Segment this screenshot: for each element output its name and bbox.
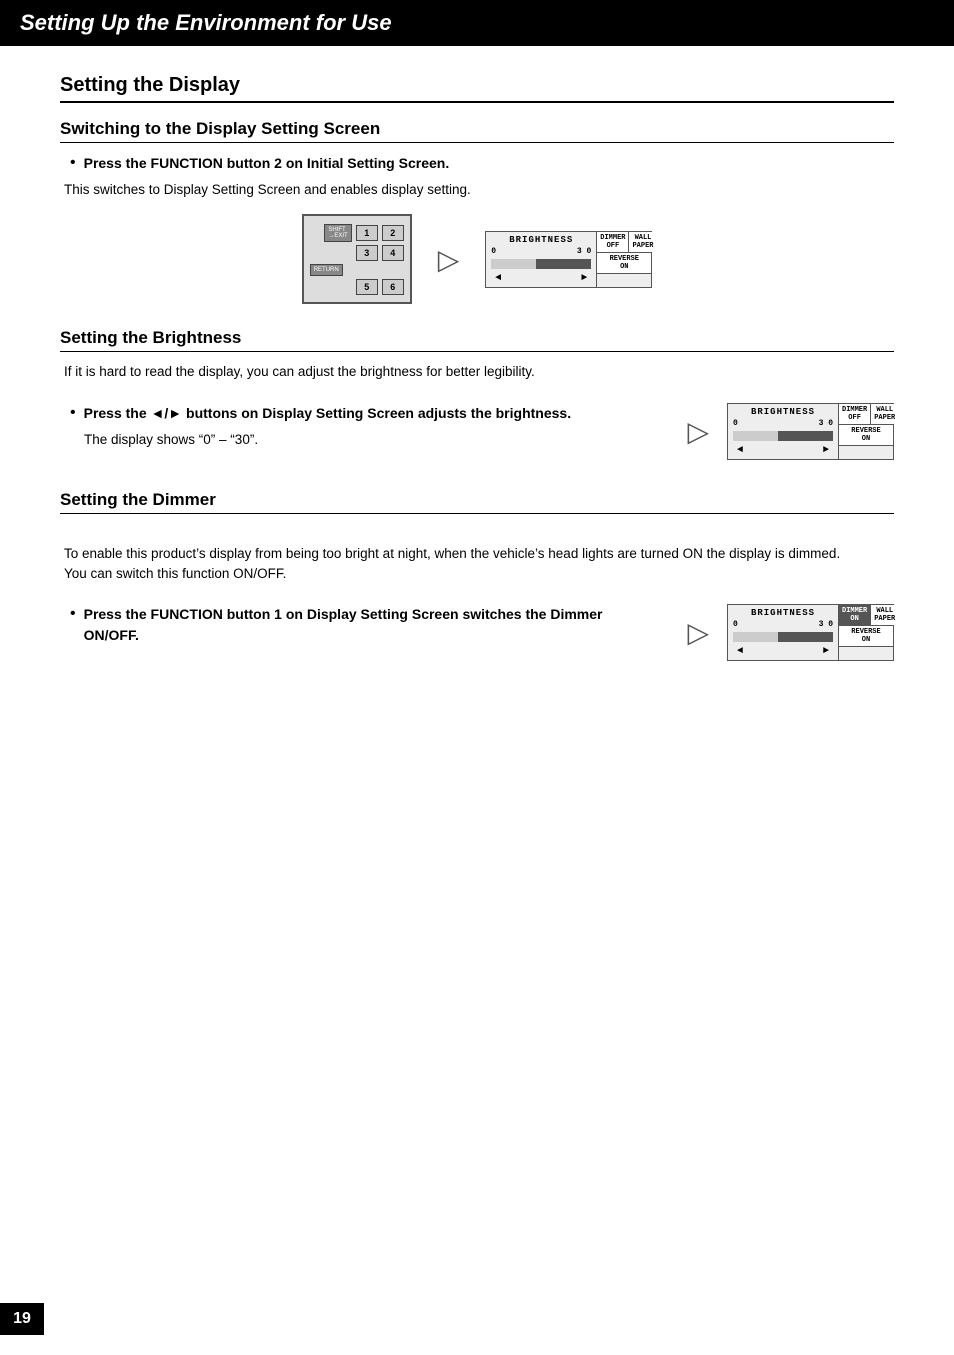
keypad-diagram: SHIFT→EXIT 1 2 3 4 RETURN 5 6 xyxy=(302,214,412,304)
display-side-dimmer: DIMMERON WALLPAPER REVERSEON xyxy=(839,605,893,660)
bullet-icon-2: • xyxy=(70,404,76,422)
dimmer-off-box-2: DIMMEROFF xyxy=(839,404,871,424)
brightness-text-col: • Press the ◄/► buttons on Display Setti… xyxy=(60,393,659,456)
page-title: Setting Up the Environment for Use xyxy=(20,10,934,36)
brightness-diagram-row: ▷ BRIGHTNESS 0 3 0 ◄ ► xyxy=(679,403,894,460)
display-side-switching: DIMMEROFF WALLPAPER REVERSEON xyxy=(597,232,651,287)
wallpaper-box-3: WALLPAPER xyxy=(871,605,898,625)
brightness-intro: If it is hard to read the display, you c… xyxy=(64,362,894,382)
dimmer-on-box: DIMMERON xyxy=(839,605,871,625)
display-side-brightness: DIMMEROFF WALLPAPER REVERSEON xyxy=(839,404,893,459)
display-screen-dimmer: BRIGHTNESS 0 3 0 ◄ ► DIMMERON xyxy=(727,604,894,661)
brightness-bar-3 xyxy=(733,632,833,642)
arrow-icon-2: ▷ xyxy=(687,415,709,448)
bullet-brightness: • Press the ◄/► buttons on Display Setti… xyxy=(70,403,659,424)
nav-row-3: ◄ ► xyxy=(733,646,833,657)
btn-6: 6 xyxy=(382,279,404,295)
brightness-row-2: 0 3 0 xyxy=(733,419,833,428)
subsection-title-dimmer: Setting the Dimmer xyxy=(60,490,894,514)
btn-3: 3 xyxy=(356,245,378,261)
side-empty xyxy=(597,274,651,287)
page-number: 19 xyxy=(0,1303,44,1335)
bar-fill-3 xyxy=(778,632,833,642)
switching-diagram-row: SHIFT→EXIT 1 2 3 4 RETURN 5 6 ▷ BRIGHTNE… xyxy=(60,214,894,304)
reverse-on-box-3: REVERSEON xyxy=(839,626,893,647)
dimmer-intro: To enable this product’s display from be… xyxy=(64,524,894,585)
page-content: Setting the Display Switching to the Dis… xyxy=(0,46,954,701)
reverse-on-box: REVERSEON xyxy=(597,253,651,274)
reverse-on-box-2: REVERSEON xyxy=(839,425,893,446)
brightness-bar-2 xyxy=(733,431,833,441)
dimmer-diagram-row: ▷ BRIGHTNESS 0 3 0 ◄ ► xyxy=(679,604,894,661)
side-empty-2 xyxy=(839,446,893,459)
bullet-dimmer: • Press the FUNCTION button 1 on Display… xyxy=(70,604,659,646)
btn-1: 1 xyxy=(356,225,378,241)
page-header: Setting Up the Environment for Use xyxy=(0,0,954,46)
dimmer-text-col: • Press the FUNCTION button 1 on Display… xyxy=(60,594,659,652)
brightness-row-3: 0 3 0 xyxy=(733,620,833,629)
wallpaper-box: WALLPAPER xyxy=(629,232,656,252)
display-screen-switching: BRIGHTNESS 0 3 0 ◄ ► DIMMEROFF WALLPAPER xyxy=(485,231,652,288)
bar-fill-2 xyxy=(778,431,833,441)
bullet-switching: • Press the FUNCTION button 2 on Initial… xyxy=(70,153,894,174)
display-main-switching: BRIGHTNESS 0 3 0 ◄ ► xyxy=(486,232,597,287)
wallpaper-box-2: WALLPAPER xyxy=(871,404,898,424)
display-side-top-2: DIMMEROFF WALLPAPER xyxy=(839,404,893,425)
display-side-top-3: DIMMERON WALLPAPER xyxy=(839,605,893,626)
btn-2: 2 xyxy=(382,225,404,241)
btn-5: 5 xyxy=(356,279,378,295)
return-label: RETURN xyxy=(310,264,343,276)
subsection-title-switching: Switching to the Display Setting Screen xyxy=(60,119,894,143)
shift-label: SHIFT→EXIT xyxy=(324,224,351,242)
dimmer-off-box: DIMMEROFF xyxy=(597,232,629,252)
nav-row-2: ◄ ► xyxy=(733,445,833,456)
switching-body: This switches to Display Setting Screen … xyxy=(64,180,894,200)
bar-fill xyxy=(536,259,591,269)
display-screen-brightness: BRIGHTNESS 0 3 0 ◄ ► DIMMEROFF xyxy=(727,403,894,460)
brightness-bar xyxy=(491,259,591,269)
side-empty-3 xyxy=(839,647,893,660)
btn-4: 4 xyxy=(382,245,404,261)
bullet-icon-3: • xyxy=(70,605,76,623)
section-title: Setting the Display xyxy=(60,74,894,103)
display-side-top: DIMMEROFF WALLPAPER xyxy=(597,232,651,253)
bullet-icon: • xyxy=(70,154,76,172)
nav-row: ◄ ► xyxy=(491,273,591,284)
brightness-body: The display shows “0” – “30”. xyxy=(84,430,659,450)
subsection-title-brightness: Setting the Brightness xyxy=(60,328,894,352)
display-main-dimmer: BRIGHTNESS 0 3 0 ◄ ► xyxy=(728,605,839,660)
arrow-icon: ▷ xyxy=(438,243,460,276)
arrow-icon-3: ▷ xyxy=(687,616,709,649)
display-main-brightness: BRIGHTNESS 0 3 0 ◄ ► xyxy=(728,404,839,459)
brightness-row: 0 3 0 xyxy=(491,247,591,256)
